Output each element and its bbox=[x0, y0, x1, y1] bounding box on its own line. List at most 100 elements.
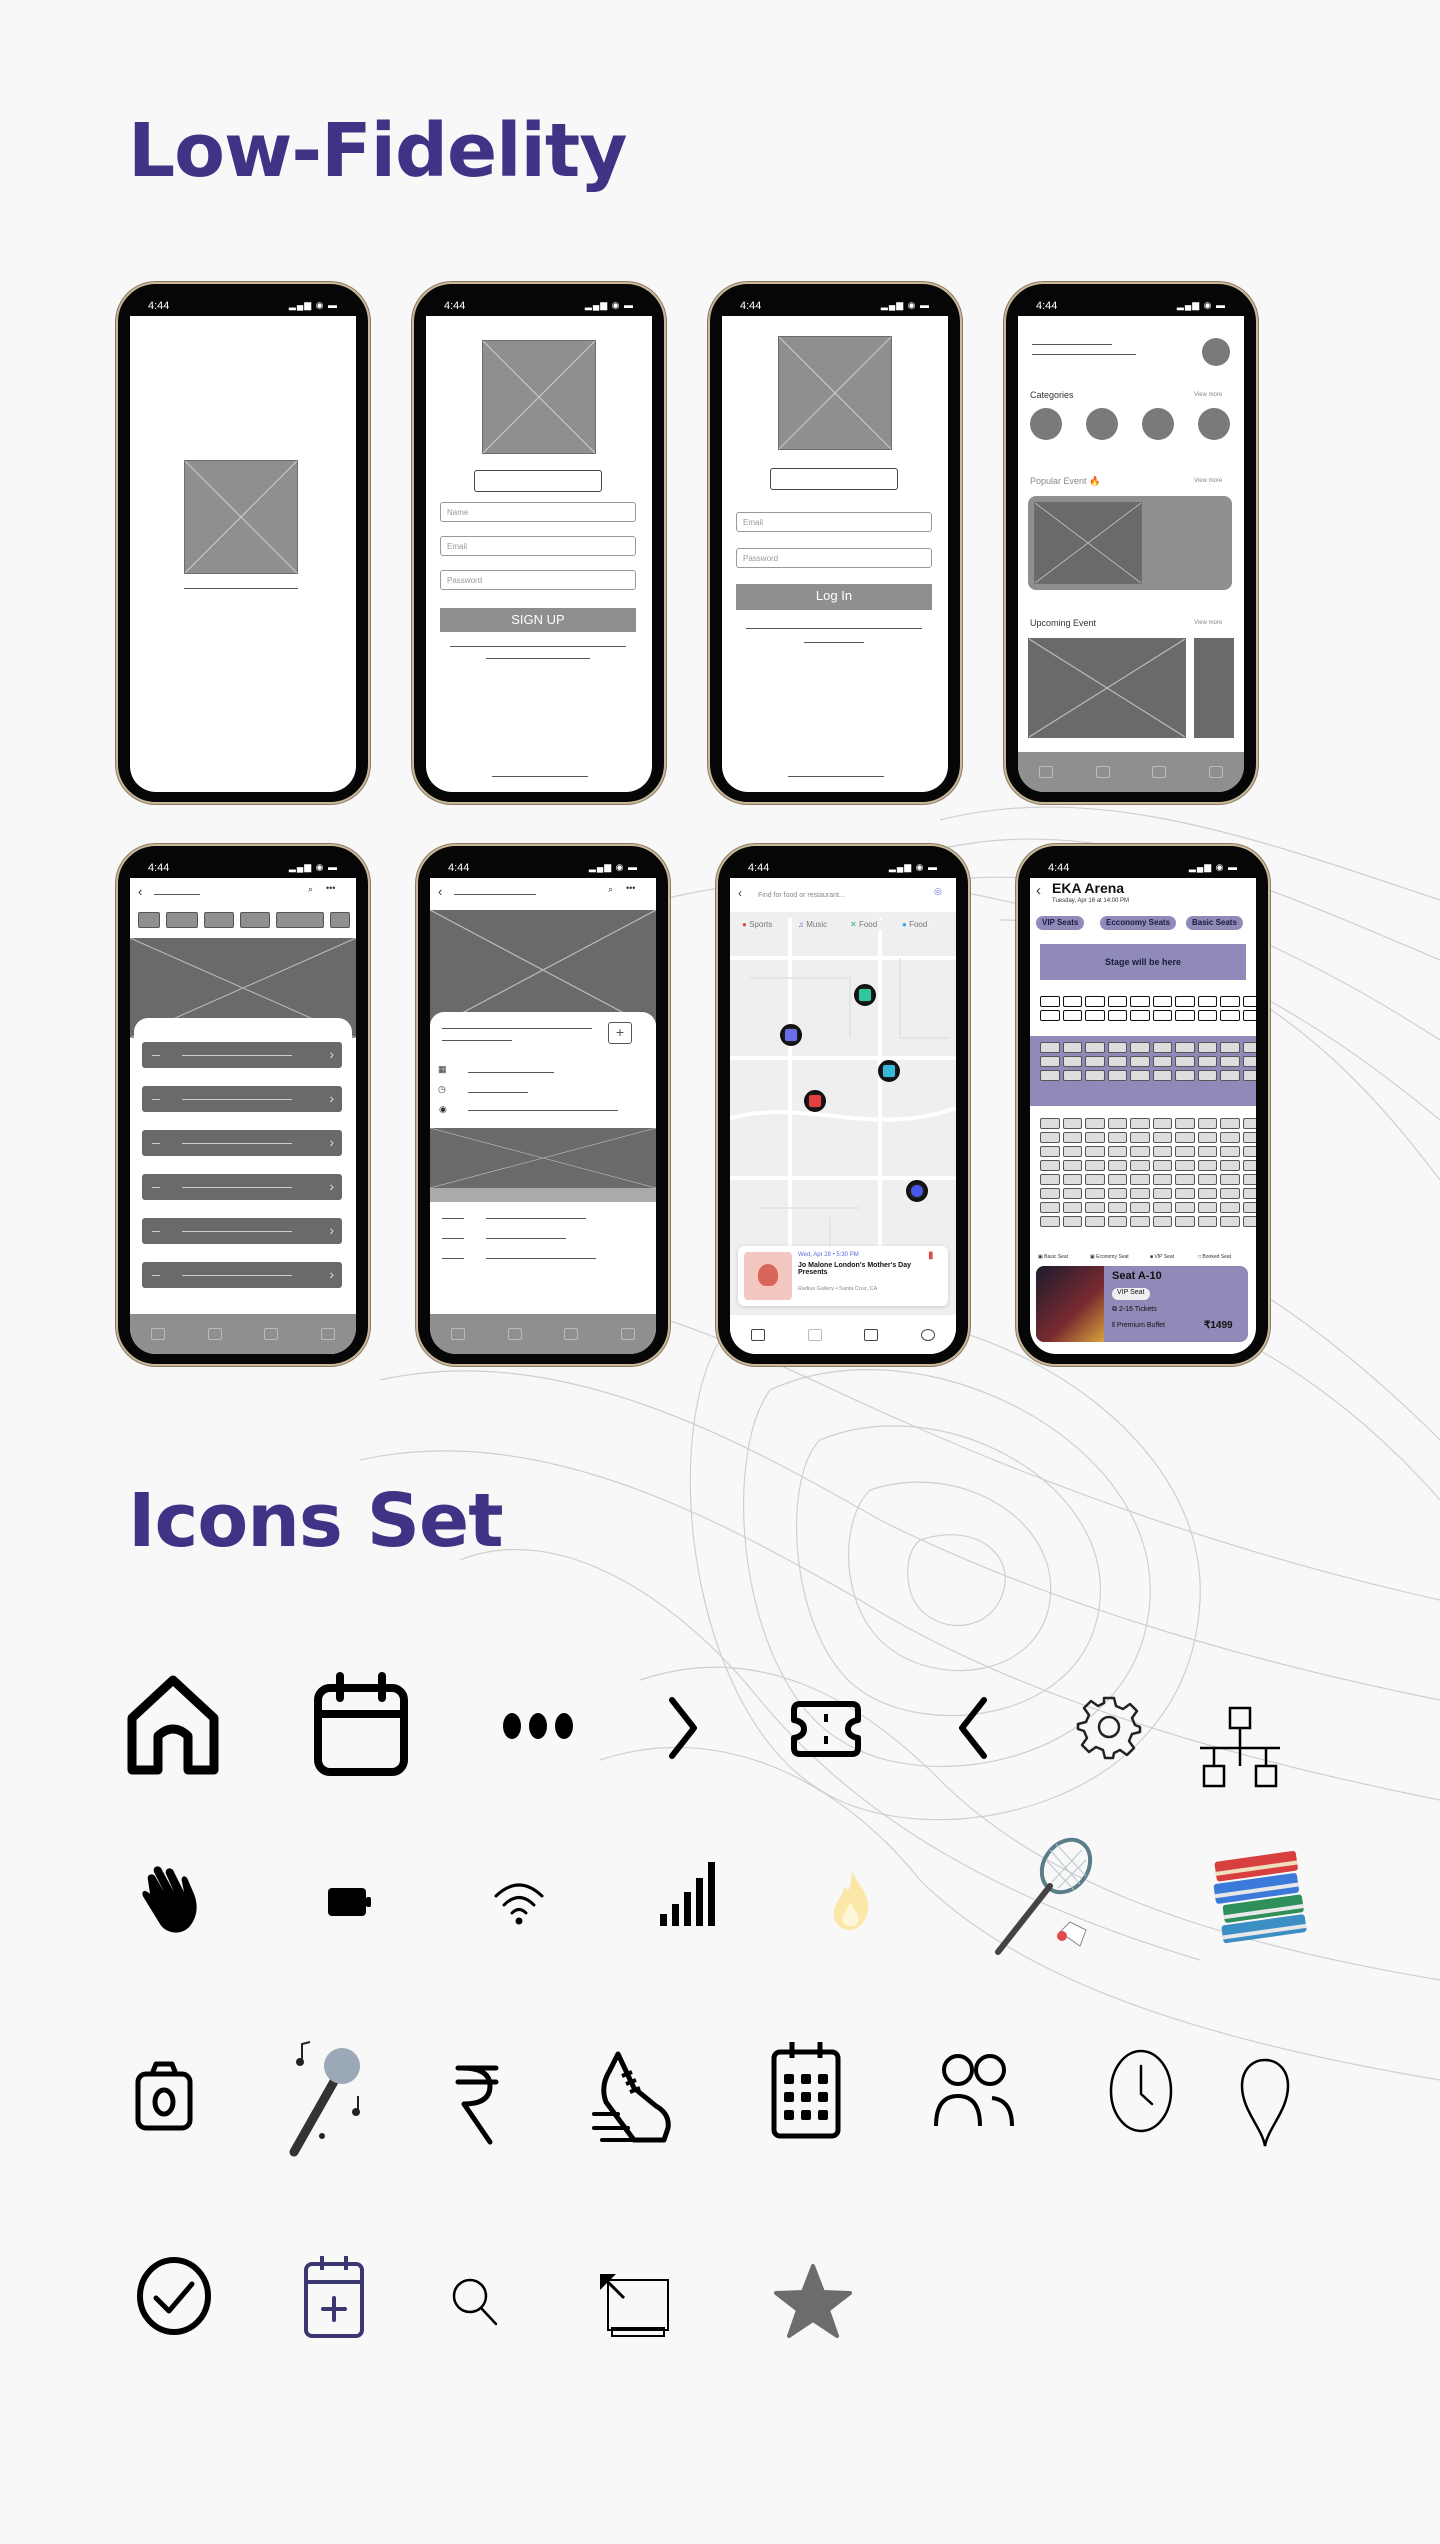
seat[interactable] bbox=[1152, 1216, 1172, 1227]
seat[interactable] bbox=[1085, 1146, 1105, 1157]
filter-chip[interactable] bbox=[276, 912, 324, 928]
seat[interactable] bbox=[1130, 1174, 1150, 1185]
seat[interactable] bbox=[1152, 1132, 1172, 1143]
seat[interactable] bbox=[1062, 1042, 1082, 1053]
seat[interactable] bbox=[1197, 1056, 1217, 1067]
seat[interactable] bbox=[1062, 1070, 1082, 1081]
seat[interactable] bbox=[1220, 1132, 1240, 1143]
seat[interactable] bbox=[1040, 1010, 1060, 1021]
seat[interactable] bbox=[1242, 996, 1256, 1007]
filter-chip[interactable] bbox=[240, 912, 270, 928]
event-card[interactable]: Wed, Apr 28 • 5:30 PM Jo Malone London's… bbox=[738, 1246, 948, 1306]
seat[interactable] bbox=[1175, 1010, 1195, 1021]
seat[interactable] bbox=[1130, 1216, 1150, 1227]
list-item[interactable] bbox=[142, 1042, 342, 1068]
seat[interactable] bbox=[1062, 1132, 1082, 1143]
seat[interactable] bbox=[1242, 1056, 1256, 1067]
seat[interactable] bbox=[1242, 1202, 1256, 1213]
category-item[interactable] bbox=[1030, 408, 1062, 440]
back-icon[interactable]: ‹ bbox=[438, 884, 442, 899]
seat[interactable] bbox=[1040, 1118, 1060, 1129]
filter-chip[interactable] bbox=[166, 912, 198, 928]
seat[interactable] bbox=[1220, 1216, 1240, 1227]
seat[interactable] bbox=[1085, 1056, 1105, 1067]
seat[interactable] bbox=[1085, 1202, 1105, 1213]
seat[interactable] bbox=[1040, 1188, 1060, 1199]
tab-settings[interactable] bbox=[1208, 766, 1223, 778]
seat[interactable] bbox=[1085, 1160, 1105, 1171]
seat[interactable] bbox=[1040, 1132, 1060, 1143]
tab-calendar[interactable] bbox=[507, 1328, 522, 1340]
chip-music[interactable]: ♫ Music bbox=[792, 918, 834, 932]
seat[interactable] bbox=[1175, 1042, 1195, 1053]
tab-settings[interactable] bbox=[920, 1328, 935, 1341]
seat[interactable] bbox=[1085, 996, 1105, 1007]
seat[interactable] bbox=[1220, 1118, 1240, 1129]
seat[interactable] bbox=[1152, 1188, 1172, 1199]
tab-home[interactable] bbox=[1039, 766, 1054, 778]
tab-calendar[interactable] bbox=[207, 1328, 222, 1340]
more-dots-icon[interactable]: ••• bbox=[326, 883, 335, 893]
email-field[interactable]: Email bbox=[440, 536, 636, 556]
seat[interactable] bbox=[1197, 1216, 1217, 1227]
tab-tickets[interactable] bbox=[864, 1328, 879, 1341]
avatar[interactable] bbox=[1202, 338, 1230, 366]
seat[interactable] bbox=[1197, 996, 1217, 1007]
popular-event-card[interactable] bbox=[1028, 496, 1232, 590]
list-item[interactable] bbox=[142, 1262, 342, 1288]
seat[interactable] bbox=[1152, 1010, 1172, 1021]
seat[interactable] bbox=[1107, 1042, 1127, 1053]
tab-home[interactable] bbox=[751, 1328, 766, 1341]
seat-summary-card[interactable]: Seat A-10 VIP Seat ⧉ 2-16 Tickets ⫴ Prem… bbox=[1036, 1266, 1248, 1342]
seat[interactable] bbox=[1130, 1202, 1150, 1213]
search-icon[interactable]: ⌕ bbox=[608, 884, 613, 895]
seat[interactable] bbox=[1175, 1174, 1195, 1185]
seat[interactable] bbox=[1107, 1118, 1127, 1129]
map-pin-food[interactable] bbox=[854, 984, 876, 1006]
seat[interactable] bbox=[1062, 1202, 1082, 1213]
seat[interactable] bbox=[1062, 1188, 1082, 1199]
seat[interactable] bbox=[1130, 996, 1150, 1007]
seat[interactable] bbox=[1220, 1010, 1240, 1021]
seat[interactable] bbox=[1220, 1188, 1240, 1199]
seat[interactable] bbox=[1220, 1174, 1240, 1185]
password-field[interactable]: Password bbox=[736, 548, 932, 568]
seat[interactable] bbox=[1085, 1132, 1105, 1143]
seat[interactable] bbox=[1220, 1202, 1240, 1213]
seat[interactable] bbox=[1197, 1188, 1217, 1199]
tab-basic-seats[interactable]: Basic Seats bbox=[1186, 916, 1243, 930]
back-icon[interactable]: ‹ bbox=[738, 886, 742, 900]
seat[interactable] bbox=[1040, 1174, 1060, 1185]
filter-chip[interactable] bbox=[138, 912, 160, 928]
seat[interactable] bbox=[1242, 1118, 1256, 1129]
tab-home[interactable] bbox=[451, 1328, 466, 1340]
seat[interactable] bbox=[1152, 1070, 1172, 1081]
seat[interactable] bbox=[1107, 1132, 1127, 1143]
seat[interactable] bbox=[1197, 1132, 1217, 1143]
upcoming-event-card[interactable] bbox=[1194, 638, 1234, 738]
seat[interactable] bbox=[1040, 996, 1060, 1007]
tab-vip-seats[interactable]: VIP Seats bbox=[1036, 916, 1085, 930]
calendar-add-icon[interactable]: + bbox=[608, 1022, 632, 1044]
seat[interactable] bbox=[1152, 1174, 1172, 1185]
chip-food[interactable]: ✕ Food bbox=[844, 918, 884, 932]
tab-tickets[interactable] bbox=[564, 1328, 579, 1340]
seat[interactable] bbox=[1130, 1160, 1150, 1171]
seat[interactable] bbox=[1130, 1132, 1150, 1143]
seat[interactable] bbox=[1197, 1010, 1217, 1021]
seat[interactable] bbox=[1107, 1010, 1127, 1021]
list-item[interactable] bbox=[142, 1218, 342, 1244]
seat[interactable] bbox=[1107, 996, 1127, 1007]
seat[interactable] bbox=[1107, 1056, 1127, 1067]
seat[interactable] bbox=[1107, 1188, 1127, 1199]
chip-sports[interactable]: ● Sports bbox=[736, 918, 779, 932]
seat[interactable] bbox=[1040, 1070, 1060, 1081]
list-item[interactable] bbox=[142, 1174, 342, 1200]
signup-button[interactable]: SIGN UP bbox=[440, 608, 636, 632]
seat[interactable] bbox=[1175, 1188, 1195, 1199]
search-icon[interactable]: ⌕ bbox=[308, 884, 313, 895]
seat[interactable] bbox=[1152, 1146, 1172, 1157]
seat[interactable] bbox=[1107, 1202, 1127, 1213]
seat[interactable] bbox=[1175, 996, 1195, 1007]
tab-settings[interactable] bbox=[320, 1328, 335, 1340]
